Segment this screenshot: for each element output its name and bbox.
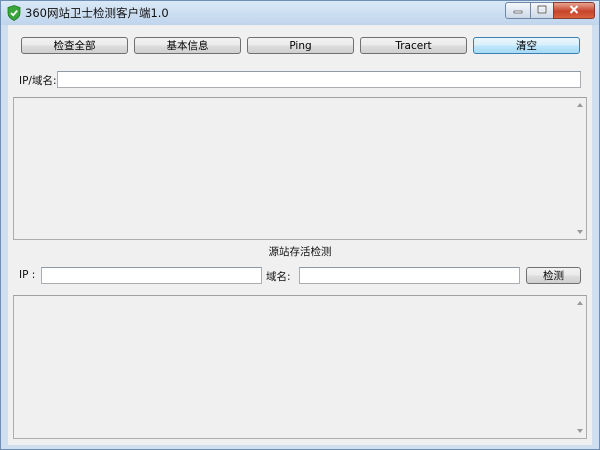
shield-check-icon (7, 5, 21, 21)
scroll-up-icon[interactable] (577, 301, 583, 305)
ping-button[interactable]: Ping (247, 37, 354, 54)
origin-check-output[interactable] (13, 295, 587, 439)
result-scrollbar[interactable] (574, 98, 586, 239)
domain-label: 域名: (266, 271, 291, 283)
title-bar[interactable]: 360网站卫士检测客户端1.0 (1, 1, 599, 25)
scroll-down-icon[interactable] (577, 429, 583, 433)
ip-input[interactable] (41, 267, 262, 284)
minimize-button[interactable] (505, 2, 531, 19)
target-label: IP/域名: (19, 75, 57, 87)
basic-info-button[interactable]: 基本信息 (134, 37, 241, 54)
client-area: 检查全部 基本信息 Ping Tracert 清空 IP/域名: 源站存活检测 … (8, 25, 592, 445)
tracert-button[interactable]: Tracert (360, 37, 467, 54)
scroll-up-icon[interactable] (577, 103, 583, 107)
check-all-button[interactable]: 检查全部 (21, 37, 128, 54)
maximize-icon (536, 4, 548, 17)
scroll-down-icon[interactable] (577, 230, 583, 234)
result-output[interactable] (13, 97, 587, 240)
clear-button[interactable]: 清空 (473, 37, 580, 54)
close-button[interactable] (553, 2, 595, 19)
origin-check-scrollbar[interactable] (574, 296, 586, 438)
domain-input[interactable] (299, 267, 520, 284)
maximize-button[interactable] (530, 2, 554, 19)
ip-label: IP : (19, 269, 36, 281)
origin-check-title: 源站存活检测 (268, 246, 332, 258)
window-title: 360网站卫士检测客户端1.0 (25, 6, 169, 20)
window-controls (505, 2, 595, 20)
minimize-icon (513, 4, 523, 17)
app-window: 360网站卫士检测客户端1.0 检查全部 基本信息 Ping Tracert 清… (0, 0, 600, 450)
detect-button[interactable]: 检测 (526, 267, 581, 284)
close-icon (569, 4, 579, 17)
target-input[interactable] (57, 71, 581, 88)
